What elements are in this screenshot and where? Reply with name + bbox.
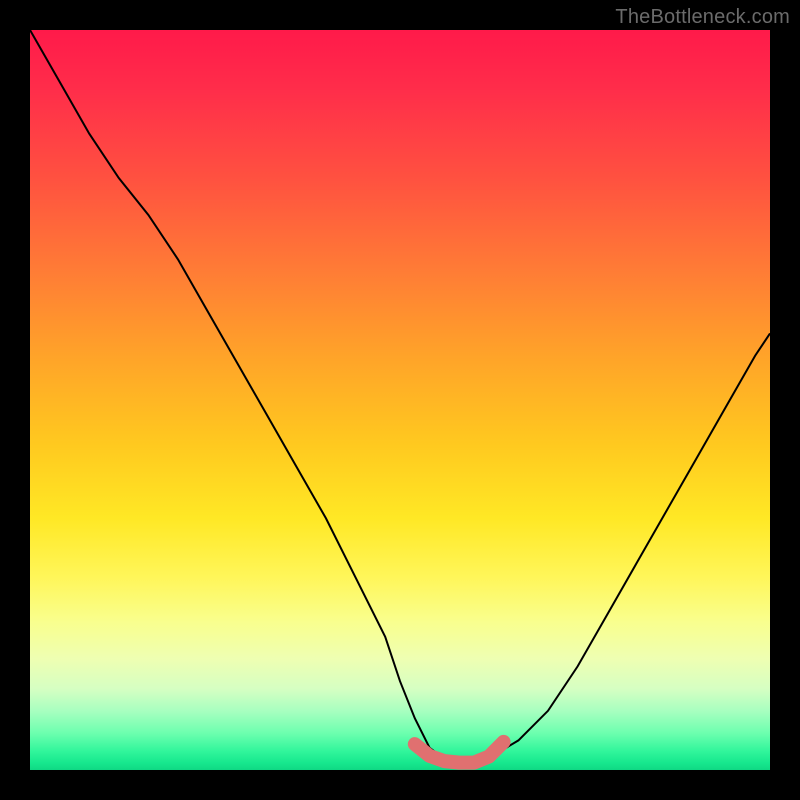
series-curve xyxy=(30,30,770,763)
chart-svg xyxy=(30,30,770,770)
watermark-text: TheBottleneck.com xyxy=(615,6,790,29)
plot-area xyxy=(30,30,770,770)
chart-frame: TheBottleneck.com xyxy=(0,0,800,800)
